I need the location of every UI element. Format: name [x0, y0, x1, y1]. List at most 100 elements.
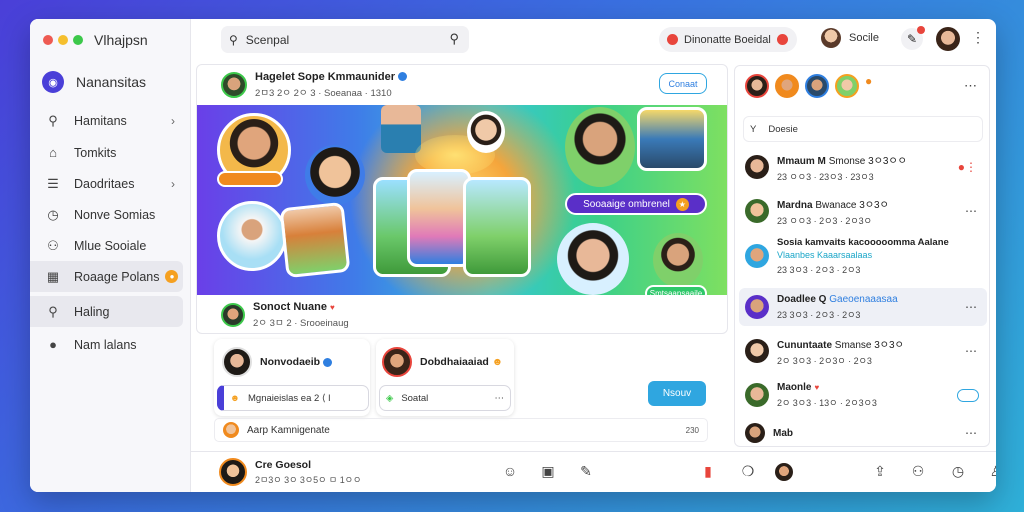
notification-icon[interactable]: ▮ — [699, 463, 717, 480]
close-window-button[interactable] — [43, 35, 53, 45]
avatar[interactable] — [775, 463, 793, 481]
more-icon[interactable]: ⋯ — [495, 393, 505, 404]
comment-author[interactable]: Nonvodaeib — [260, 356, 333, 368]
minimize-window-button[interactable] — [58, 35, 68, 45]
sidebar: Vlhajpsn ◉ Nanansitas ⚲ Hamitans › ⌂ Tom… — [30, 19, 191, 492]
post-banner-image[interactable]: Sooaaige ombrenel ★ Smtsaansaaile — [197, 105, 727, 295]
message-item[interactable]: Maonle ♥ 2ㅇ 3ㅇ3 · 13ㅇ · 2ㅇ3ㅇ3 — [739, 376, 987, 414]
message-name: Sosia kamvaits kacooooomma Aalane — [777, 236, 949, 248]
image-icon[interactable]: ▣ — [539, 463, 557, 480]
user-label: Socile — [849, 32, 879, 44]
avatar[interactable] — [382, 347, 412, 377]
attach-icon: ◈ — [386, 392, 394, 404]
avatar[interactable] — [221, 303, 245, 327]
sidebar-item-7[interactable]: ● Nam lalans — [30, 329, 183, 360]
more-menu-icon[interactable]: ⋮ — [971, 29, 985, 46]
notifications-button[interactable]: ✎ — [901, 26, 925, 50]
footer-meta: 2ㅇ 3ㅁ 2 · Srooeinaug — [253, 318, 349, 329]
message-name: Maonle — [777, 381, 812, 393]
sidebar-item-1[interactable]: ⌂ Tomkits — [30, 137, 183, 168]
avatar — [745, 199, 769, 223]
chat-bubble-icon[interactable]: ❍ — [739, 463, 757, 480]
send-button[interactable]: Nsouv — [648, 381, 706, 406]
grid-icon: ▦ — [46, 268, 60, 284]
heart-icon: ♥ — [814, 382, 820, 392]
banner-cta-button[interactable]: Sooaaige ombrenel ★ — [565, 193, 707, 215]
person-image — [637, 107, 707, 171]
comments-section: Nonvodaeib ☻ Mgnaieislas ea 2 ⟨ l Dobdha… — [196, 339, 728, 445]
search-icon: ⚲ — [229, 32, 238, 47]
sidebar-item-6[interactable]: ⚲ Haling — [30, 296, 183, 327]
bottom-user[interactable]: Cre Goesol 2ㅁ3ㅇ 3ㅇ 3ㅇ5ㅇ ㅁ 1ㅇㅇ — [219, 458, 361, 486]
message-item[interactable]: Doadlee Q Gaeoenaaasaa 23 3ㅇ3 · 2ㅇ3 · 2ㅇ… — [739, 288, 987, 326]
comment-input[interactable]: ☻ Mgnaieislas ea 2 ⟨ l — [217, 385, 369, 411]
story-avatar[interactable] — [775, 74, 799, 98]
search-submit-icon[interactable]: ⚲ — [449, 31, 459, 47]
more-icon[interactable]: ⋯ — [965, 300, 977, 314]
person-image — [217, 201, 287, 271]
emoji-icon: ☻ — [491, 356, 503, 368]
status-pill[interactable]: Dinonatte Boeidal — [659, 27, 797, 52]
profile-icon[interactable]: ♙ — [987, 463, 996, 480]
avatar — [219, 458, 247, 486]
sidebar-item-label: Nonve Somias — [74, 207, 156, 222]
message-tag: Gaeoenaaasaa — [829, 293, 898, 305]
maximize-window-button[interactable] — [73, 35, 83, 45]
follow-button[interactable]: Conaat — [659, 73, 707, 94]
sidebar-item-2[interactable]: ☰ Daodritaes › — [30, 168, 183, 199]
sidebar-item-0[interactable]: ⚲ Hamitans › — [30, 105, 183, 137]
person-image — [565, 107, 635, 187]
avatar[interactable] — [221, 71, 247, 98]
add-comment-row[interactable]: Aarp Kamnigenate 230 — [214, 418, 708, 442]
sidebar-item-3[interactable]: ◷ Nonve Somias — [30, 199, 183, 230]
sidebar-item-label: Daodritaes — [74, 176, 135, 191]
profile-avatar[interactable] — [936, 27, 960, 51]
chevron-right-icon: › — [171, 176, 175, 191]
chevron-right-icon: › — [171, 114, 175, 128]
notification-dot — [917, 26, 925, 34]
story-avatar[interactable] — [805, 74, 829, 98]
messages-search-input[interactable]: Y Doesie — [743, 116, 983, 142]
share-icon[interactable]: ⇪ — [871, 463, 889, 480]
record-icon — [776, 34, 788, 45]
more-icon[interactable]: ⋯ — [965, 344, 977, 358]
brand[interactable]: ◉ Nanansitas — [42, 71, 146, 93]
person-image — [305, 145, 365, 205]
home-icon: ⌂ — [49, 145, 57, 160]
message-name: Mardna — [777, 199, 813, 211]
comment-card: Dobdhaiaaiad ☻ ◈ Soatal ⋯ — [376, 339, 514, 416]
post-author[interactable]: Hagelet Sope Kmmaunider — [255, 71, 407, 83]
avatar[interactable] — [222, 347, 252, 377]
verified-icon — [323, 357, 333, 367]
search-input[interactable]: ⚲ Scenpal ⚲ — [221, 26, 469, 53]
comment-input[interactable]: ◈ Soatal ⋯ — [379, 385, 511, 411]
people-icon: ⚇ — [47, 237, 59, 253]
person-image — [557, 223, 629, 295]
bottom-user-name: Cre Goesol — [255, 458, 312, 471]
message-item[interactable]: Cununtaate Smanse 3ㅇ3ㅇ 2ㅇ 3ㅇ3 · 2ㅇ3ㅇ · 2… — [739, 332, 987, 370]
message-item[interactable]: Mardna Bwanace 3ㅇ3ㅇ 23 ㅇㅇ3 · 2ㅇ3 · 2ㅇ3ㅇ … — [739, 192, 987, 230]
more-icon[interactable]: ⋯ — [965, 204, 977, 218]
story-avatar[interactable] — [745, 74, 769, 98]
emoji-icon[interactable]: ☺ — [501, 463, 519, 479]
avatar — [745, 339, 769, 363]
comment-card: Nonvodaeib ☻ Mgnaieislas ea 2 ⟨ l — [214, 339, 370, 416]
story-avatar[interactable] — [835, 74, 859, 98]
people-icon[interactable]: ⚇ — [909, 463, 927, 480]
more-icon[interactable]: ⋯ — [964, 78, 977, 94]
more-icon[interactable]: ⋯ — [965, 426, 977, 440]
sidebar-item-4[interactable]: ⚇ Mlue Sooiale — [30, 230, 183, 261]
message-item[interactable]: Mmaum M Smonse 3ㅇ3ㅇㅇ 23 ㅇㅇ3 · 23ㅇ3 · 23ㅇ… — [739, 148, 987, 186]
edit-icon[interactable]: ✎ — [577, 463, 595, 480]
comment-author[interactable]: Dobdhaiaaiad ☻ — [420, 356, 503, 368]
post-meta: 2ㅁ3 2ㅇ 2ㅇ 3 · Soeanaa · 1310 — [255, 87, 392, 99]
user-menu[interactable]: Socile — [821, 28, 879, 48]
clock-icon[interactable]: ◷ — [949, 463, 967, 480]
toggle-switch[interactable] — [957, 389, 979, 402]
message-item[interactable]: Mab ⋯ — [739, 420, 987, 446]
story-badge-icon[interactable]: ● — [865, 74, 872, 88]
sidebar-item-5[interactable]: ▦ Roaage Polans ● — [30, 261, 183, 292]
footer-name[interactable]: Sonoct Nuane ♥ — [253, 301, 349, 313]
message-item[interactable]: Sosia kamvaits kacooooomma Aalane Vlaanb… — [739, 234, 987, 278]
bottom-bar: Cre Goesol 2ㅁ3ㅇ 3ㅇ 3ㅇ5ㅇ ㅁ 1ㅇㅇ ☺ ▣ ✎ ▮ ❍ … — [191, 451, 996, 492]
